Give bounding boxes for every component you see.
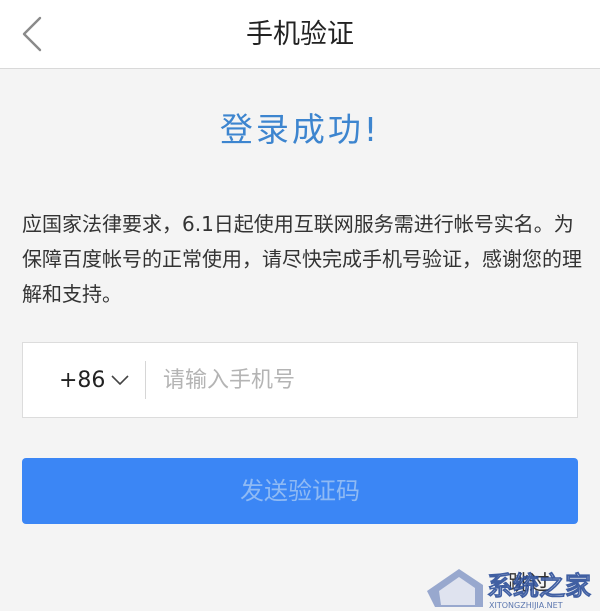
chevron-down-icon [111, 375, 130, 385]
skip-link[interactable]: 跳过 [508, 567, 550, 597]
login-success-title: 登录成功! [219, 110, 381, 149]
house-logo-icon [427, 569, 483, 607]
phone-number-input[interactable] [163, 355, 563, 405]
country-code-select[interactable]: +86 [59, 343, 130, 417]
notice-text: 应国家法律要求，6.1日起使用互联网服务需进行帐号实名。为保障百度帐号的正常使用… [22, 212, 582, 306]
page-title: 手机验证 [246, 19, 354, 50]
phone-input-group: +86 [22, 342, 578, 418]
send-code-button[interactable]: 发送验证码 [22, 458, 578, 524]
input-divider [145, 361, 146, 399]
watermark-url: XITONGZHIJIA.NET [489, 601, 563, 610]
country-code-value: +86 [59, 367, 106, 393]
header-bar: 手机验证 [0, 0, 600, 69]
